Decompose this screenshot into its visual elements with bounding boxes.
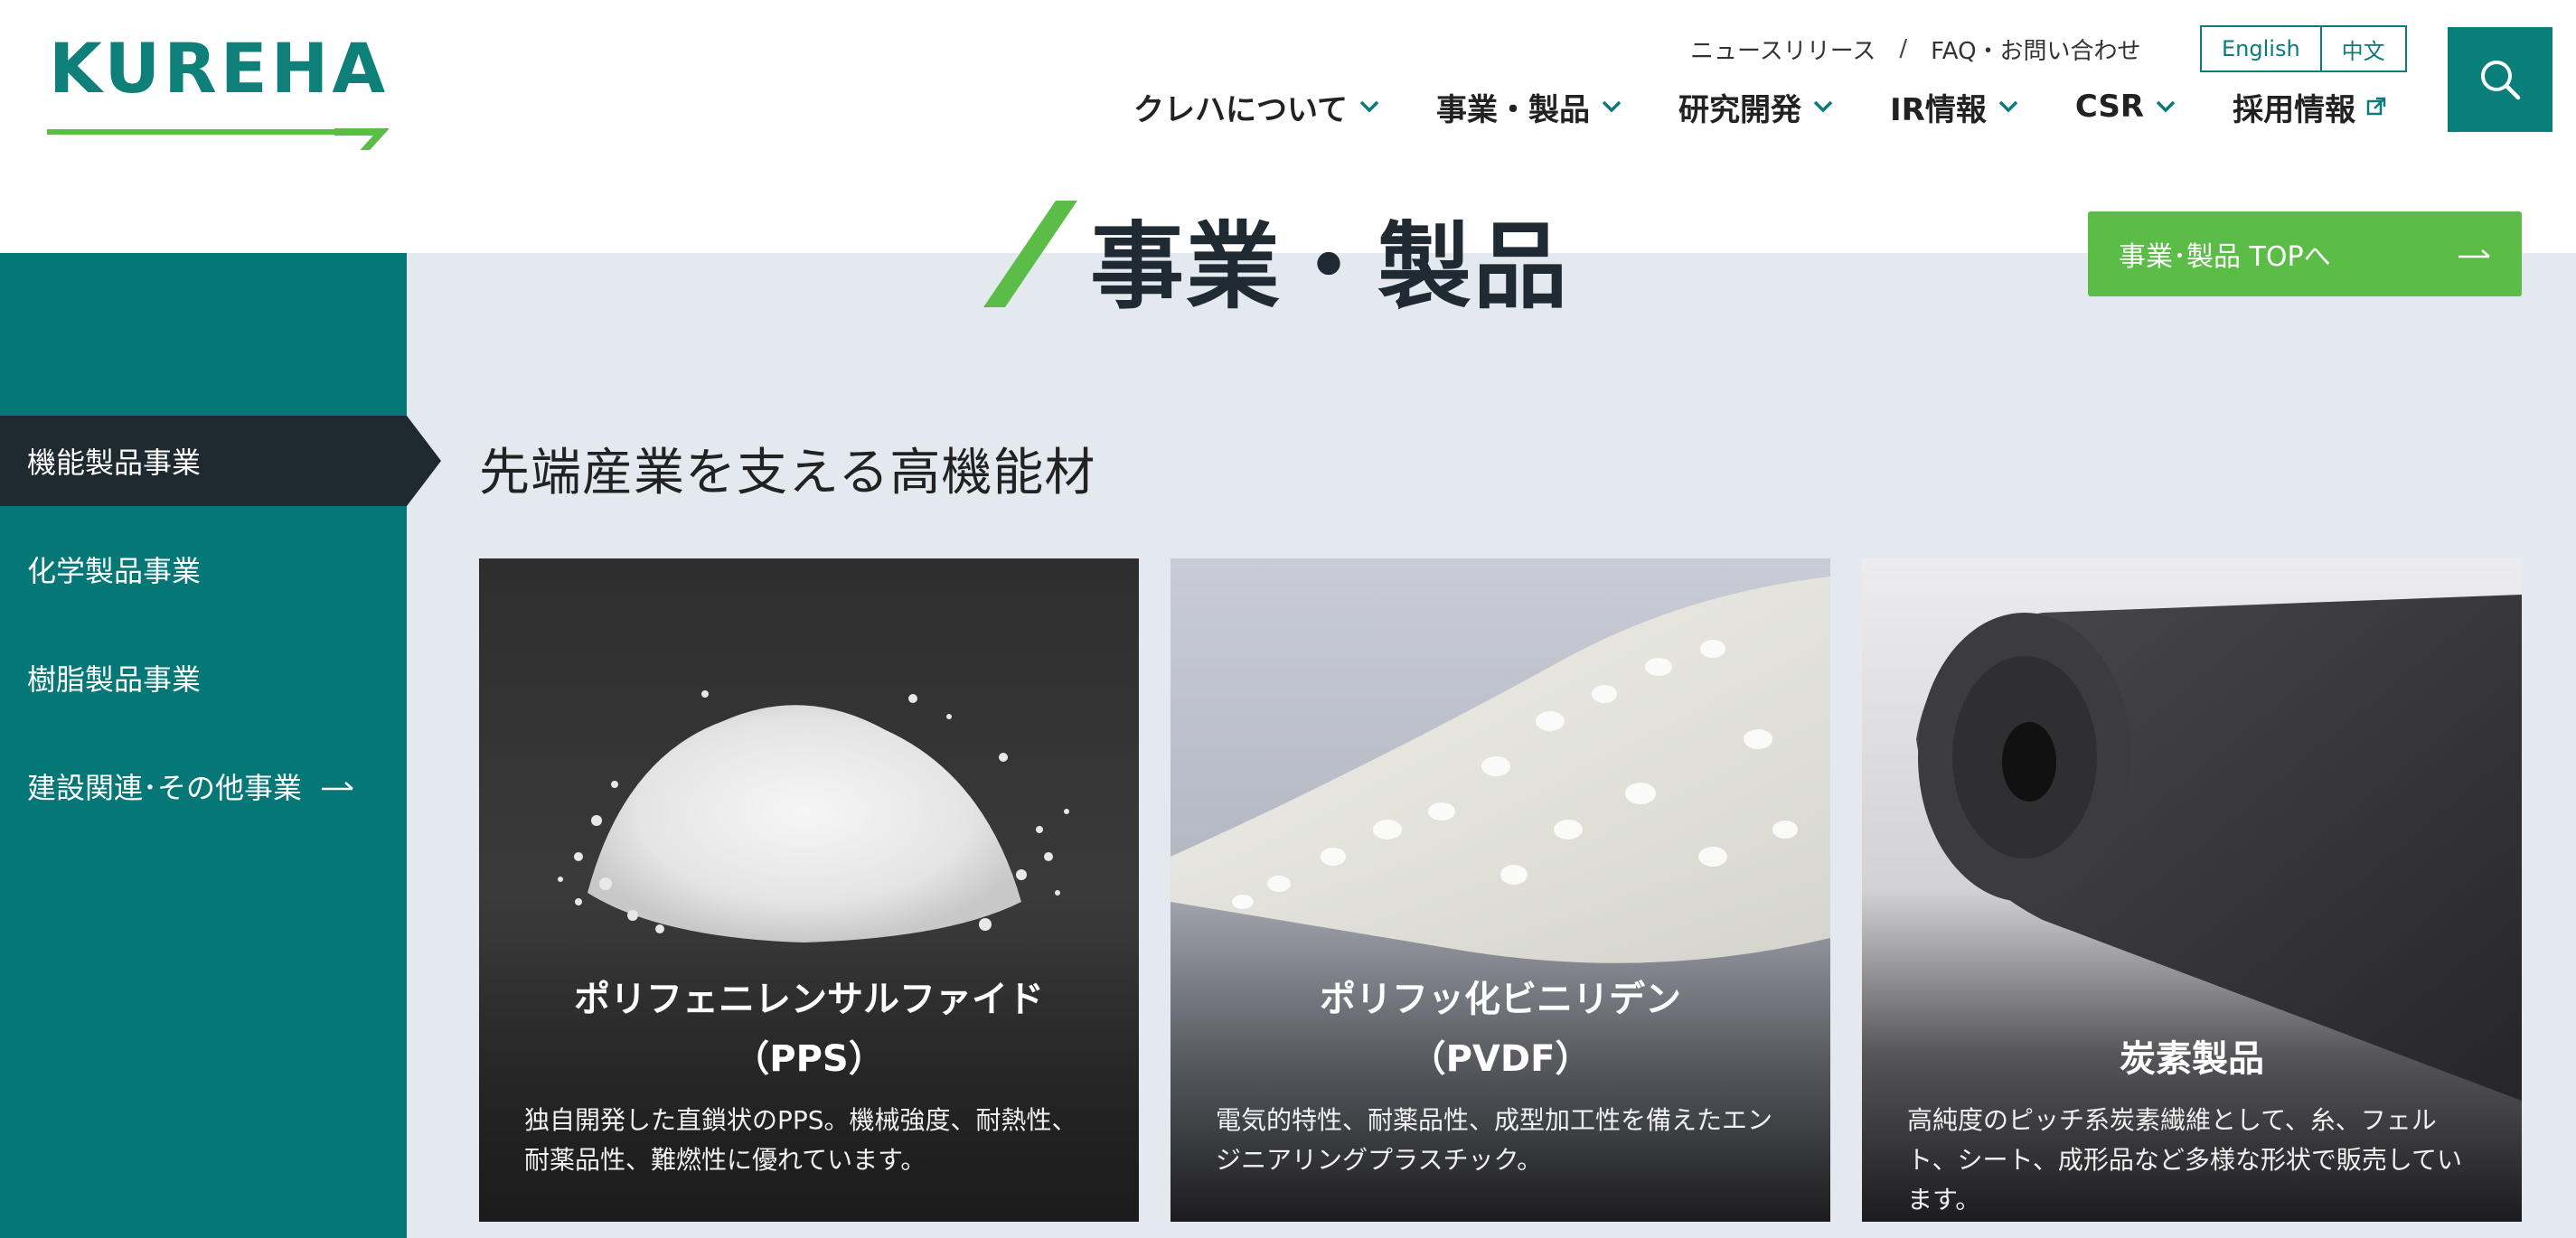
- product-desc-line2: ト、シート、成形品など多様な形状で販売してい: [1907, 1145, 2463, 1175]
- nav-research[interactable]: 研究開発: [1678, 85, 1834, 129]
- product-desc-line2: 耐薬品性、難燃性に優れています。: [524, 1145, 926, 1175]
- sidebar-item-functional-products[interactable]: 機能製品事業: [0, 416, 441, 506]
- page-heading: 事業・製品: [976, 199, 1569, 322]
- arrow-right-icon: [2458, 248, 2491, 260]
- business-products-top-button[interactable]: 事業･製品 TOPへ: [2088, 211, 2522, 296]
- product-name-line2: （PPS）: [733, 1038, 885, 1080]
- sidebar-item-label: 建設関連･その他事業: [27, 771, 303, 805]
- product-card-carbon[interactable]: 炭素製品 高純度のピッチ系炭素繊維として、糸、フェル ト、シート、成形品など多様…: [1862, 558, 2522, 1222]
- title-slash-decoration: [983, 201, 1077, 307]
- faq-contact-link[interactable]: FAQ・お問い合わせ: [1931, 33, 2140, 66]
- sidebar-item-label: 樹脂製品事業: [27, 662, 202, 697]
- external-link-icon: [2366, 97, 2386, 117]
- sidebar-item-label: 化学製品事業: [27, 554, 202, 588]
- nav-label: CSR: [2074, 89, 2145, 125]
- nav-business-products[interactable]: 事業・製品: [1436, 85, 1622, 129]
- product-name-line1: ポリフェニレンサルファイド: [574, 979, 1044, 1020]
- nav-label: 研究開発: [1678, 91, 1801, 128]
- chevron-down-icon: [1812, 99, 1834, 114]
- product-desc-line1: 独自開発した直鎖状のPPS。機械強度、耐熱性、: [524, 1105, 1077, 1135]
- chevron-down-icon: [1998, 99, 2019, 114]
- sidebar-item-label: 機能製品事業: [27, 445, 202, 480]
- nav-label: 採用情報: [2233, 91, 2356, 128]
- logo-swoosh: [47, 128, 389, 150]
- utility-separator: /: [1899, 35, 1908, 62]
- news-release-link[interactable]: ニュースリリース: [1690, 33, 1876, 66]
- language-switcher: English 中文: [2200, 25, 2407, 72]
- search-button[interactable]: [2448, 27, 2552, 132]
- sidebar-item-resin-products[interactable]: 樹脂製品事業: [0, 633, 407, 723]
- page-title: 事業・製品: [1090, 211, 1570, 322]
- product-card-pps[interactable]: ポリフェニレンサルファイド （PPS） 独自開発した直鎖状のPPS。機械強度、耐…: [479, 558, 1139, 1222]
- lang-chinese[interactable]: 中文: [2319, 27, 2405, 70]
- chevron-down-icon: [2155, 99, 2176, 114]
- lang-english[interactable]: English: [2202, 27, 2320, 70]
- nav-ir[interactable]: IR情報: [1890, 85, 2019, 129]
- arrow-right-icon: [322, 780, 354, 793]
- utility-links: ニュースリリース / FAQ・お問い合わせ: [1690, 27, 2141, 70]
- product-desc-line1: 電気的特性、耐薬品性、成型加工性を備えたエン: [1216, 1105, 1773, 1135]
- product-name-line2: （PVDF）: [1409, 1038, 1592, 1080]
- product-desc-line2: ジニアリングプラスチック。: [1216, 1145, 1543, 1175]
- product-name-line2: 炭素製品: [2120, 1038, 2264, 1080]
- sidebar-item-chemical-products[interactable]: 化学製品事業: [0, 524, 407, 614]
- product-desc-line1: 高純度のピッチ系炭素繊維として、糸、フェル: [1907, 1105, 2437, 1135]
- chevron-down-icon: [1359, 99, 1380, 114]
- top-button-label: 事業･製品 TOPへ: [2119, 241, 2331, 273]
- chevron-down-icon: [1601, 99, 1622, 114]
- nav-label: IR情報: [1889, 91, 1987, 128]
- sidebar-item-construction-other[interactable]: 建設関連･その他事業: [0, 741, 407, 831]
- product-cards: ポリフェニレンサルファイド （PPS） 独自開発した直鎖状のPPS。機械強度、耐…: [479, 558, 2522, 1222]
- kureha-logo[interactable]: KUREHA: [45, 33, 389, 150]
- search-icon: [2481, 61, 2521, 100]
- nav-label: クレハについて: [1133, 91, 1348, 128]
- section-title: 先端産業を支える高機能材: [479, 444, 1096, 502]
- nav-about[interactable]: クレハについて: [1133, 85, 1380, 129]
- product-name-line1: ポリフッ化ビニリデン: [1320, 979, 1681, 1020]
- nav-label: 事業・製品: [1435, 91, 1590, 128]
- nav-csr[interactable]: CSR: [2075, 89, 2176, 125]
- product-card-pvdf[interactable]: ポリフッ化ビニリデン （PVDF） 電気的特性、耐薬品性、成型加工性を備えたエン…: [1170, 558, 1830, 1222]
- global-nav: クレハについて 事業・製品 研究開発 IR情報 CSR 採用情報: [1133, 80, 2386, 134]
- product-desc-line3: ます。: [1907, 1185, 1981, 1215]
- nav-recruit[interactable]: 採用情報: [2233, 85, 2386, 129]
